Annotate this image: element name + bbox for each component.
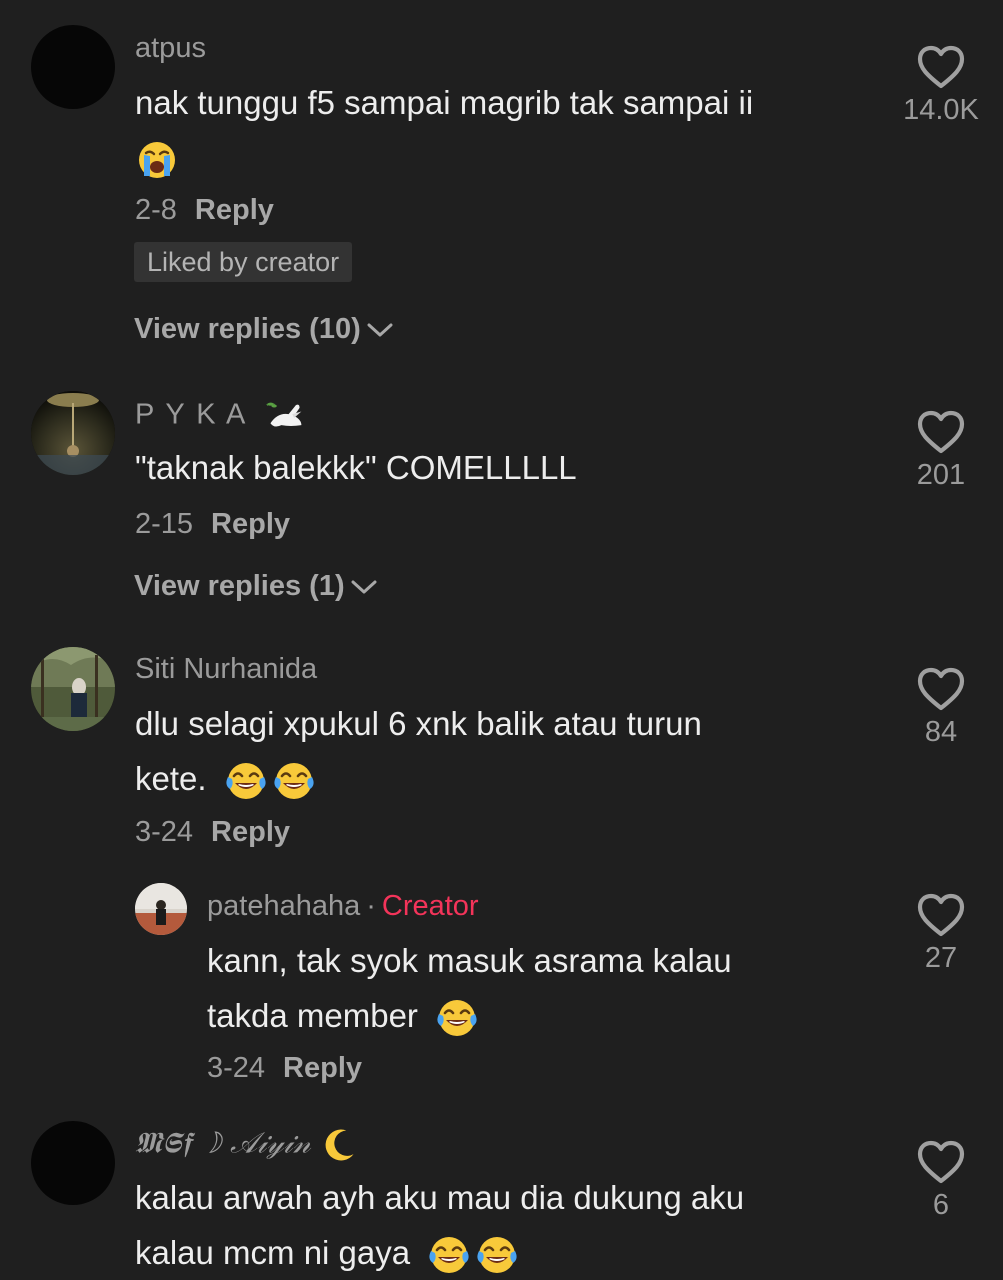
comment-text: kalau arwah ayh aku mau dia dukung aku k…	[135, 1170, 875, 1280]
username-text: Siti Nurhanida	[135, 653, 318, 685]
username-text: patehahaha	[207, 890, 361, 922]
like-button[interactable]: 14.0K	[886, 45, 996, 127]
reply-meta: 3-24 Reply	[207, 1051, 362, 1085]
creator-label: Creator	[381, 890, 479, 922]
username-text: 𝕸𝕾𝖋 ☽ 𝒜𝒾𝓎𝒾𝓃	[135, 1125, 311, 1160]
heart-icon	[917, 667, 965, 711]
comment-text-content: nak tunggu f5 sampai magrib tak sampai i…	[135, 84, 754, 121]
comment-text-line2: kalau mcm ni gaya	[135, 1234, 411, 1271]
avatar[interactable]	[31, 647, 115, 731]
heart-icon	[917, 45, 965, 89]
chevron-down-icon	[367, 322, 393, 338]
avatar[interactable]	[31, 25, 115, 109]
heart-icon	[917, 1140, 965, 1184]
reply-button[interactable]: Reply	[283, 1052, 362, 1084]
comment-text-line1: dlu selagi xpukul 6 xnk balik atau turun	[135, 705, 702, 742]
crescent-moon-emoji	[319, 1125, 359, 1165]
avatar[interactable]	[135, 883, 187, 935]
like-button[interactable]: 6	[886, 1140, 996, 1222]
comment-text-line2: kete.	[135, 760, 207, 797]
avatar-image	[31, 391, 115, 475]
comment-date: 3-24	[135, 816, 194, 848]
comment-username[interactable]: 𝕸𝕾𝖋 ☽ 𝒜𝒾𝓎𝒾𝓃	[135, 1125, 359, 1165]
like-button[interactable]: 27	[886, 893, 996, 975]
comment-date: 3-24	[207, 1052, 266, 1084]
chevron-down-icon	[351, 579, 377, 595]
comment-text-line1: kalau arwah ayh aku mau dia dukung aku	[135, 1179, 745, 1216]
view-replies-label: View replies (1)	[134, 570, 345, 602]
view-replies-button[interactable]: View replies (1)	[134, 569, 377, 603]
reply-button[interactable]: Reply	[195, 194, 274, 226]
comment-text: nak tunggu f5 sampai magrib tak sampai i…	[135, 75, 875, 185]
separator-dot: ·	[366, 890, 376, 922]
like-count: 84	[924, 716, 958, 748]
view-replies-label: View replies (10)	[134, 313, 361, 345]
like-count: 14.0K	[903, 94, 979, 126]
like-button[interactable]: 84	[886, 667, 996, 749]
username-text: atpus	[135, 32, 206, 64]
comment-meta: 2-8 Reply	[135, 193, 274, 227]
avatar[interactable]	[31, 1121, 115, 1205]
like-button[interactable]: 201	[886, 410, 996, 492]
comment-text-content: "taknak balekkk" COMELLLLL	[135, 449, 577, 486]
comment-text-line2: takda member	[207, 997, 418, 1034]
comment-meta: 2-15 Reply	[135, 507, 290, 541]
like-count: 27	[924, 942, 958, 974]
comment-text: dlu selagi xpukul 6 xnk balik atau turun…	[135, 696, 875, 806]
tears-of-joy-emoji	[272, 759, 316, 803]
avatar[interactable]	[31, 391, 115, 475]
reply-button[interactable]: Reply	[211, 508, 290, 540]
comment-username[interactable]: P Y K A	[135, 396, 305, 436]
liked-by-creator-badge: Liked by creator	[134, 242, 353, 282]
comment-meta: 3-24 Reply	[135, 815, 290, 849]
comment-text-line1: kann, tak syok masuk asrama kalau	[207, 942, 732, 979]
like-count: 201	[916, 459, 966, 491]
reply-button[interactable]: Reply	[211, 816, 290, 848]
reply-username[interactable]: patehahaha · Creator	[207, 889, 479, 923]
dove-emoji	[265, 396, 305, 436]
comment-username[interactable]: atpus	[135, 31, 206, 65]
comment-username[interactable]: Siti Nurhanida	[135, 652, 317, 686]
view-replies-button[interactable]: View replies (10)	[134, 312, 393, 346]
heart-icon	[917, 410, 965, 454]
username-text: P Y K A	[135, 398, 248, 431]
reply-text: kann, tak syok masuk asrama kalau takda …	[207, 933, 877, 1043]
comment-date: 2-8	[135, 194, 177, 226]
comment-date: 2-15	[135, 508, 194, 540]
loudly-crying-face-emoji	[135, 138, 179, 182]
heart-icon	[917, 893, 965, 937]
tears-of-joy-emoji	[427, 1233, 471, 1277]
tears-of-joy-emoji	[475, 1233, 519, 1277]
comment-text: "taknak balekkk" COMELLLLL	[135, 440, 875, 495]
tears-of-joy-emoji	[435, 996, 479, 1040]
like-count: 6	[932, 1189, 950, 1221]
avatar-image	[31, 647, 115, 731]
tears-of-joy-emoji	[224, 759, 268, 803]
avatar-image	[135, 883, 187, 935]
